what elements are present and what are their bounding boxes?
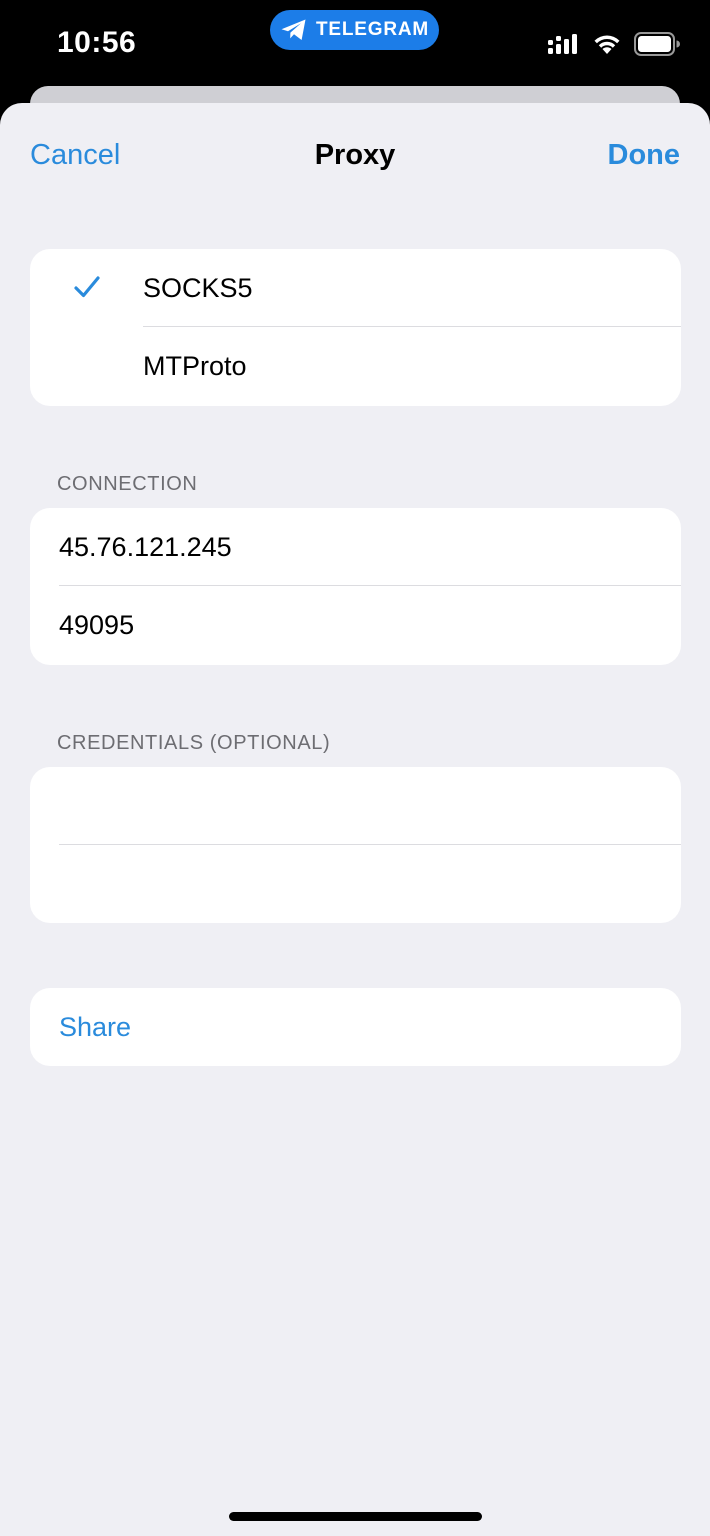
signal-icon	[548, 34, 577, 54]
nav-bar: Cancel Proxy Done	[0, 103, 710, 207]
server-input[interactable]	[59, 508, 679, 586]
proxy-sheet: Cancel Proxy Done SOCKS5 MTProto CONNECT…	[0, 103, 710, 1536]
credentials-header: CREDENTIALS (OPTIONAL)	[57, 732, 331, 754]
option-mtproto[interactable]: MTProto	[30, 327, 681, 405]
password-row	[30, 845, 681, 923]
server-row	[30, 508, 681, 586]
checkmark-icon	[74, 276, 100, 298]
telegram-icon	[281, 19, 306, 40]
done-button[interactable]: Done	[608, 139, 681, 172]
port-input[interactable]	[59, 586, 679, 664]
proxy-type-group: SOCKS5 MTProto	[30, 249, 681, 406]
connection-header: CONNECTION	[57, 473, 198, 495]
share-row[interactable]: Share	[30, 988, 681, 1066]
status-bar: 10:56 TELEGRAM	[0, 0, 710, 90]
share-group: Share	[30, 988, 681, 1066]
wifi-icon	[594, 35, 620, 54]
status-time: 10:56	[57, 26, 137, 59]
connection-group	[30, 508, 681, 665]
share-button[interactable]: Share	[59, 1012, 131, 1043]
cancel-button[interactable]: Cancel	[30, 139, 120, 172]
pill-label: TELEGRAM	[316, 19, 430, 40]
username-input[interactable]	[59, 767, 679, 845]
option-socks5[interactable]: SOCKS5	[30, 249, 681, 327]
battery-icon	[634, 32, 680, 56]
credentials-group	[30, 767, 681, 923]
telegram-pill[interactable]: TELEGRAM	[270, 10, 439, 50]
status-icons	[548, 32, 680, 56]
username-row	[30, 767, 681, 845]
option-label: SOCKS5	[143, 273, 253, 303]
page-title: Proxy	[314, 139, 396, 171]
port-row	[30, 586, 681, 664]
password-input[interactable]	[59, 845, 679, 923]
option-label: MTProto	[143, 351, 247, 381]
home-indicator[interactable]	[229, 1512, 482, 1521]
